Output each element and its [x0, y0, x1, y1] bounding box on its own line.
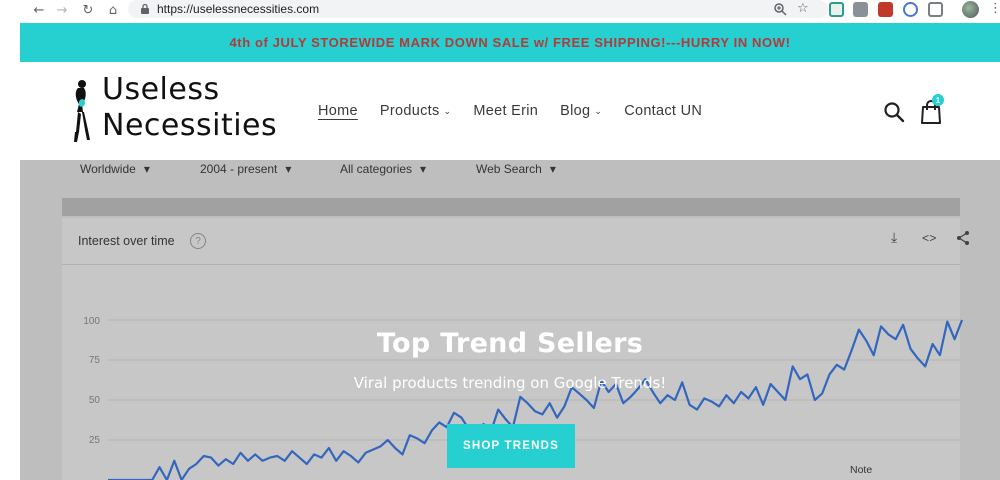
nav-contact[interactable]: Contact UN: [624, 103, 702, 119]
browser-toolbar: ← → ↻ ⌂ https://uselessnecessities.com ☆…: [0, 0, 1000, 20]
cart-count-badge: 1: [932, 94, 944, 106]
lock-icon: [141, 3, 149, 14]
chevron-down-icon: ⌄: [594, 105, 603, 116]
chevron-down-icon: ⌄: [443, 105, 452, 116]
nav-blog[interactable]: Blog ⌄: [560, 103, 602, 119]
home-icon[interactable]: ⌂: [104, 1, 122, 19]
forward-arrow-icon[interactable]: →: [53, 1, 71, 19]
site-header: Useless Necessities Home Products ⌄ Meet …: [20, 62, 1000, 160]
nav-home-label: Home: [318, 103, 358, 119]
nav-products-label: Products: [379, 103, 440, 119]
nav-contact-label: Contact UN: [624, 103, 703, 119]
logo-text-line2: Necessities: [102, 108, 278, 143]
hero-banner: Worldwide ▾ 2004 - present ▾ All categorie…: [20, 160, 1000, 480]
extension-pocket-icon[interactable]: [829, 2, 844, 17]
site-logo[interactable]: Useless Necessities: [70, 72, 290, 152]
main-navigation: Home Products ⌄ Meet Erin Blog ⌄ Contact U…: [318, 100, 702, 122]
announcement-bar[interactable]: 4th of JULY STOREWIDE MARK DOWN SALE w/ …: [20, 23, 1000, 62]
nav-meet-erin-label: Meet Erin: [473, 103, 539, 119]
nav-home[interactable]: Home: [318, 103, 358, 119]
bookmark-star-icon[interactable]: ☆: [797, 1, 809, 16]
hero-subtitle: Viral products trending on Google Trends…: [353, 374, 667, 392]
extension-chart-icon[interactable]: [853, 2, 868, 17]
shop-trends-button[interactable]: SHOP TRENDS: [447, 424, 575, 468]
extension-pdf-icon[interactable]: [878, 2, 893, 17]
menu-dots-icon[interactable]: ⋮: [989, 1, 1000, 16]
nav-meet-erin[interactable]: Meet Erin: [473, 103, 538, 119]
extension-window-icon[interactable]: [928, 2, 943, 17]
extension-search-icon[interactable]: [903, 2, 918, 17]
logo-text-line1: Useless: [102, 72, 220, 107]
search-icon[interactable]: [882, 100, 906, 124]
back-arrow-icon[interactable]: ←: [30, 1, 48, 19]
zoom-icon[interactable]: [773, 2, 787, 16]
nav-products[interactable]: Products ⌄: [380, 103, 451, 119]
profile-avatar[interactable]: [962, 1, 979, 18]
url-text[interactable]: https://uselessnecessities.com: [157, 2, 319, 16]
hero-title: Top Trend Sellers: [376, 328, 644, 359]
logo-figure-icon: [74, 80, 90, 142]
reload-icon[interactable]: ↻: [79, 1, 97, 19]
announcement-text: 4th of JULY STOREWIDE MARK DOWN SALE w/ …: [229, 35, 791, 50]
nav-blog-label: Blog: [560, 103, 591, 119]
